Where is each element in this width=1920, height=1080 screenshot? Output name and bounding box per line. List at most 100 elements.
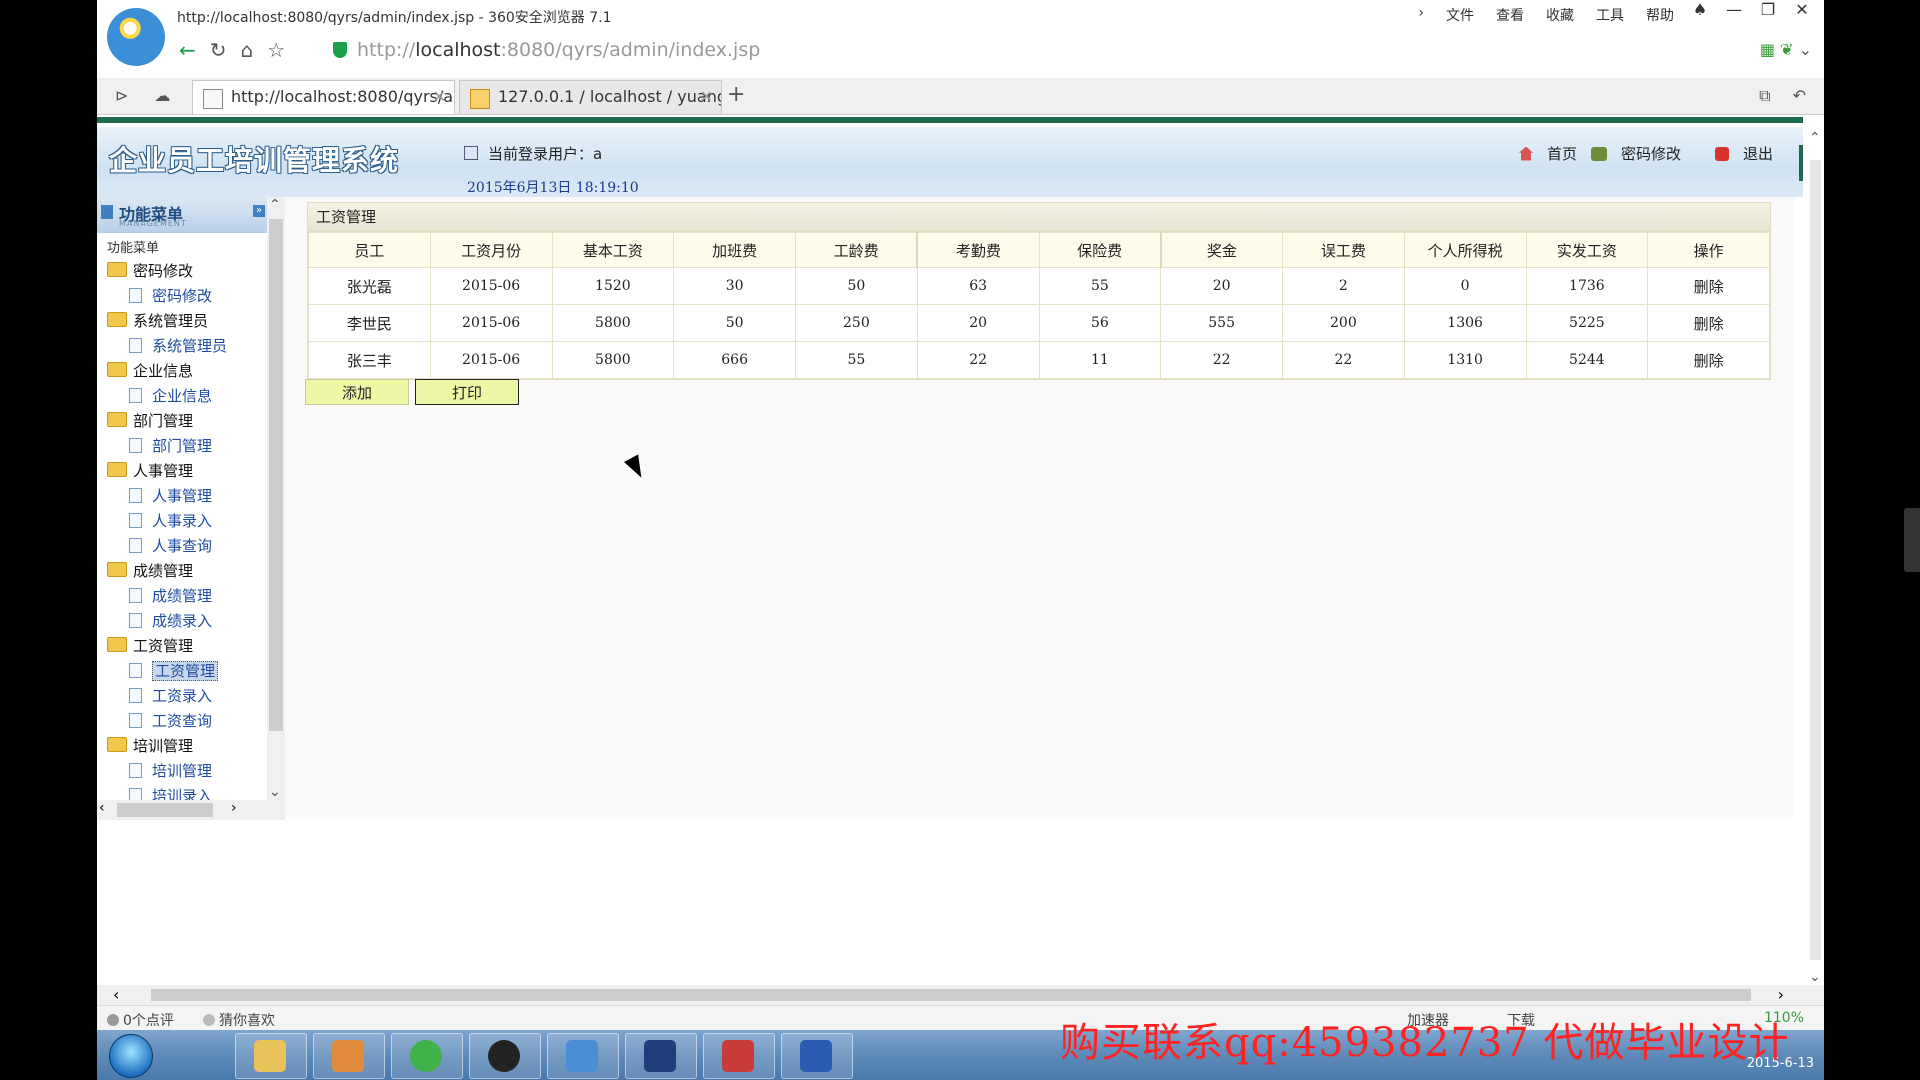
taskbar-paint[interactable]	[703, 1033, 775, 1079]
sidebar-item-hr-query[interactable]: 人事查询	[97, 534, 267, 559]
page-vscrollbar[interactable]: ⌃ ⌄	[1807, 130, 1824, 985]
sidebar-item-score-manage[interactable]: 成绩管理	[97, 584, 267, 609]
page-icon	[129, 763, 142, 778]
print-button[interactable]: 打印	[415, 379, 519, 405]
menu-favorites[interactable]: 收藏	[1546, 5, 1574, 25]
sidebar-item-password[interactable]: 密码修改	[97, 284, 267, 309]
item-label: 成绩录入	[152, 612, 213, 630]
tab-admin[interactable]: http://localhost:8080/qyrs/ac ✕	[192, 80, 455, 114]
sidebar-item-department[interactable]: 部门管理	[97, 434, 267, 459]
page-icon	[129, 438, 142, 453]
page-icon	[129, 713, 142, 728]
tree-folder[interactable]: 成绩管理	[97, 559, 267, 584]
tree-folder[interactable]: 密码修改	[97, 259, 267, 284]
home-link[interactable]: 首页	[1547, 143, 1577, 164]
tab-close-icon[interactable]: ✕	[700, 81, 713, 113]
address-right-icons: ▦ ❦ ⌄	[1760, 40, 1812, 59]
sidebar-item-admin[interactable]: 系统管理员	[97, 334, 267, 359]
scroll-left-icon[interactable]: ‹	[99, 800, 105, 816]
scroll-thumb[interactable]	[151, 989, 1751, 1001]
delete-link[interactable]: 删除	[1647, 341, 1770, 379]
undo-close-icon[interactable]: ↶	[1793, 86, 1806, 106]
close-icon[interactable]: ✕	[1790, 0, 1814, 19]
maximize-icon[interactable]: ❐	[1756, 0, 1780, 19]
add-button[interactable]: 添加	[305, 379, 409, 405]
menu-view[interactable]: 查看	[1496, 5, 1524, 25]
taskbar-explorer[interactable]	[235, 1033, 307, 1079]
tree-folder[interactable]: 系统管理员	[97, 309, 267, 334]
menu-help[interactable]: 帮助	[1646, 5, 1674, 25]
tab-close-icon[interactable]: ✕	[433, 81, 446, 113]
sidebar-scrollbar[interactable]: ⌃ ⌄	[267, 197, 285, 800]
scroll-down-icon[interactable]: ⌄	[269, 784, 281, 800]
back-icon[interactable]: ←	[179, 38, 196, 62]
item-label: 人事管理	[152, 487, 213, 505]
home-icon[interactable]: ⌂	[241, 38, 254, 62]
skin-icon[interactable]: ♠	[1688, 0, 1712, 19]
cloud-icon[interactable]: ☁	[154, 86, 170, 105]
sidebar-item-hr-manage[interactable]: 人事管理	[97, 484, 267, 509]
sidebar-hscrollbar[interactable]: ‹ ›	[97, 800, 285, 820]
folder-icon	[107, 462, 127, 477]
sidebar-header: 功能菜单 MANAGEMENT »	[97, 197, 267, 233]
scroll-down-icon[interactable]: ⌄	[1809, 969, 1821, 985]
side-gadget[interactable]	[1904, 508, 1920, 572]
tree-folder[interactable]: 部门管理	[97, 409, 267, 434]
refresh-icon[interactable]: ↻	[210, 38, 227, 62]
tree-folder[interactable]: 工资管理	[97, 634, 267, 659]
leaf-icon[interactable]: ❦	[1780, 40, 1793, 59]
taskbar-browser[interactable]	[391, 1033, 463, 1079]
taskbar-search[interactable]	[313, 1033, 385, 1079]
item-label: 部门管理	[152, 437, 213, 455]
delete-link[interactable]: 删除	[1647, 304, 1770, 342]
logout-link[interactable]: 退出	[1743, 143, 1773, 164]
comments-label: 0个点评	[123, 1013, 174, 1029]
taskbar-files[interactable]	[547, 1033, 619, 1079]
password-link[interactable]: 密码修改	[1621, 143, 1681, 164]
tab-phpmyadmin[interactable]: 127.0.0.1 / localhost / yuang ✕	[459, 80, 722, 114]
scroll-up-icon[interactable]: ⌃	[1809, 130, 1821, 146]
sidebar-item-company[interactable]: 企业信息	[97, 384, 267, 409]
scroll-up-icon[interactable]: ⌃	[269, 197, 281, 213]
guess-status[interactable]: 猜你喜欢	[203, 1010, 275, 1030]
scroll-right-icon[interactable]: ›	[1778, 985, 1784, 1004]
sidebar-item-salary-query[interactable]: 工资查询	[97, 709, 267, 734]
menu-chevron-icon[interactable]: ›	[1418, 5, 1424, 25]
menu-tools[interactable]: 工具	[1596, 5, 1624, 25]
folder-icon	[107, 312, 127, 327]
comments-status[interactable]: 0个点评	[107, 1010, 174, 1030]
browser-logo-icon[interactable]	[107, 8, 165, 66]
sidebar-toggle-icon[interactable]: ⊳	[115, 86, 128, 105]
url-input[interactable]: http://localhost:8080/qyrs/admin/index.j…	[327, 36, 1777, 64]
scroll-thumb[interactable]	[1810, 160, 1821, 960]
sidebar-item-salary-manage[interactable]: 工资管理	[97, 659, 267, 684]
taskbar-qq[interactable]	[469, 1033, 541, 1079]
delete-link[interactable]: 删除	[1647, 267, 1770, 305]
start-button-icon[interactable]	[109, 1034, 153, 1078]
column-header: 保险费	[1038, 232, 1162, 268]
sidebar-item-hr-entry[interactable]: 人事录入	[97, 509, 267, 534]
restore-tabs-icon[interactable]: ⧉	[1759, 86, 1770, 106]
taskbar-editor[interactable]	[625, 1033, 697, 1079]
tree-folder[interactable]: 培训管理	[97, 734, 267, 759]
qrcode-icon[interactable]: ▦	[1760, 40, 1775, 59]
scroll-thumb[interactable]	[117, 803, 213, 817]
scroll-right-icon[interactable]: ›	[231, 800, 237, 816]
star-icon[interactable]: ☆	[267, 38, 285, 62]
taskbar-word[interactable]	[781, 1033, 853, 1079]
sidebar-item-training-manage[interactable]: 培训管理	[97, 759, 267, 784]
sidebar-item-score-entry[interactable]: 成绩录入	[97, 609, 267, 634]
scroll-left-icon[interactable]: ‹	[113, 985, 119, 1004]
minimize-icon[interactable]: —	[1722, 0, 1746, 19]
collapse-icon[interactable]: »	[253, 205, 265, 217]
folder-icon	[107, 637, 127, 652]
page-hscrollbar[interactable]: ‹ ›	[97, 985, 1824, 1005]
tree-folder[interactable]: 人事管理	[97, 459, 267, 484]
cell-absence: 2	[1282, 267, 1405, 305]
dropdown-chevron-icon[interactable]: ⌄	[1799, 40, 1812, 59]
tree-folder[interactable]: 企业信息	[97, 359, 267, 384]
scroll-thumb[interactable]	[269, 219, 283, 731]
menu-file[interactable]: 文件	[1446, 5, 1474, 25]
new-tab-button[interactable]: +	[727, 82, 745, 107]
sidebar-item-salary-entry[interactable]: 工资录入	[97, 684, 267, 709]
